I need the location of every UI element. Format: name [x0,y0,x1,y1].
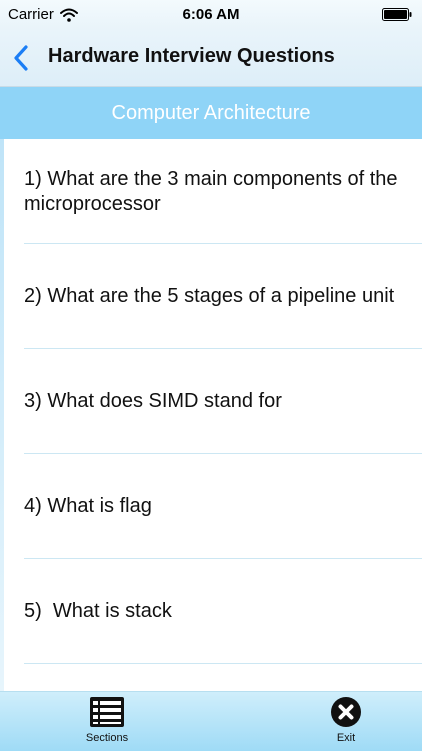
section-header: Computer Architecture [0,87,422,139]
page-title: Hardware Interview Questions [48,45,335,67]
navigation-bar: Hardware Interview Questions [0,30,422,87]
chevron-left-icon [14,45,28,71]
exit-tab-label: Exit [336,732,356,744]
close-circle-icon [329,696,363,728]
question-item-5[interactable]: 5) What is stack [4,559,422,664]
exit-tab[interactable]: Exit [306,696,386,748]
question-text: 2) What are the 5 stages of a pipeline u… [24,285,395,307]
question-text: 3) What does SIMD stand for [24,390,282,412]
question-item-2[interactable]: 2) What are the 5 stages of a pipeline u… [4,244,422,349]
status-bar: Carrier 6:06 AM [0,0,422,30]
question-item-3[interactable]: 3) What does SIMD stand for [4,349,422,454]
question-text: 1) What are the 3 main components of the… [24,167,404,215]
sections-tab-label: Sections [85,732,129,744]
list-icon [90,696,124,728]
question-list[interactable]: 1) What are the 3 main components of the… [4,139,422,691]
question-item-1[interactable]: 1) What are the 3 main components of the… [4,139,422,244]
battery-icon [382,8,412,21]
question-item-4[interactable]: 4) What is flag [4,454,422,559]
sections-tab[interactable]: Sections [67,696,147,748]
tab-bar: Sections Exit [0,691,422,751]
back-button[interactable] [6,40,36,76]
question-text: 5) What is stack [24,600,172,622]
status-time: 6:06 AM [182,6,240,23]
question-text: 4) What is flag [24,495,152,517]
